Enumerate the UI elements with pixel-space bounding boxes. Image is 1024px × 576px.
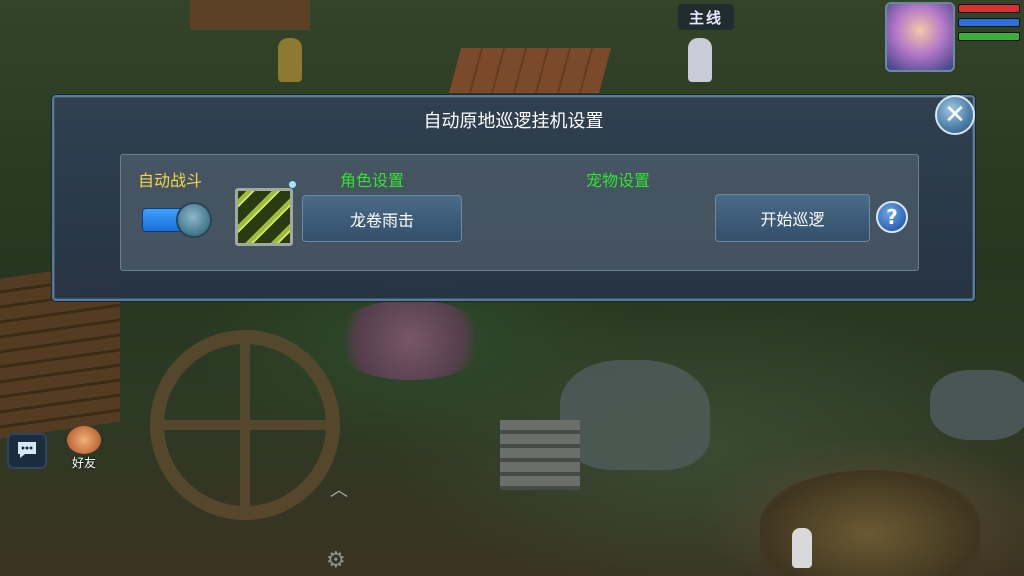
- dialog-title: 自动原地巡逻挂机设置: [423, 111, 604, 132]
- auto-battle-label: 自动战斗: [138, 171, 203, 190]
- friends-button[interactable]: 好友: [62, 426, 106, 472]
- friends-label: 好友: [71, 456, 96, 470]
- skill-select-button[interactable]: 龙卷雨击: [302, 195, 462, 242]
- tornado-rain-skill-icon[interactable]: [235, 188, 293, 246]
- scene-blossom-tree: [330, 300, 490, 380]
- npc-character: [688, 38, 712, 82]
- chevron-up-icon[interactable]: ︿: [330, 476, 348, 502]
- scene-rock: [560, 360, 710, 470]
- close-icon[interactable]: ✕: [935, 95, 975, 135]
- auto-battle-toggle[interactable]: [142, 202, 212, 238]
- gear-icon[interactable]: ⚙: [326, 548, 346, 573]
- hp-bar: [958, 4, 1020, 13]
- start-patrol-button[interactable]: 开始巡逻: [715, 194, 870, 242]
- player-avatar[interactable]: [885, 2, 955, 72]
- main-quest-button[interactable]: 主线: [678, 4, 734, 30]
- skill-indicator-dot: [289, 181, 296, 188]
- chat-bubble-icon[interactable]: [7, 433, 47, 469]
- exp-bar: [958, 32, 1020, 41]
- chat-bubble-icon: [18, 442, 36, 458]
- scene-water-wheel: [150, 330, 340, 520]
- role-settings-label: 角色设置: [340, 171, 405, 190]
- player-status-bars: [958, 4, 1020, 46]
- mp-bar: [958, 18, 1020, 27]
- toggle-knob: [176, 202, 212, 238]
- scene-building: [190, 0, 310, 30]
- question-mark-icon[interactable]: ?: [876, 201, 908, 233]
- scene-table: [448, 48, 612, 93]
- npc-character: [278, 38, 302, 82]
- pet-settings-label: 宠物设置: [586, 171, 651, 190]
- patrol-settings-dialog: 自动原地巡逻挂机设置 自动战斗 角色设置 龙卷雨击 宠物设置 开始巡逻 ?: [52, 95, 975, 301]
- friends-icon: [67, 426, 101, 454]
- player-character: [792, 528, 812, 568]
- scene-rock: [930, 370, 1024, 440]
- scene-stairs: [500, 420, 580, 490]
